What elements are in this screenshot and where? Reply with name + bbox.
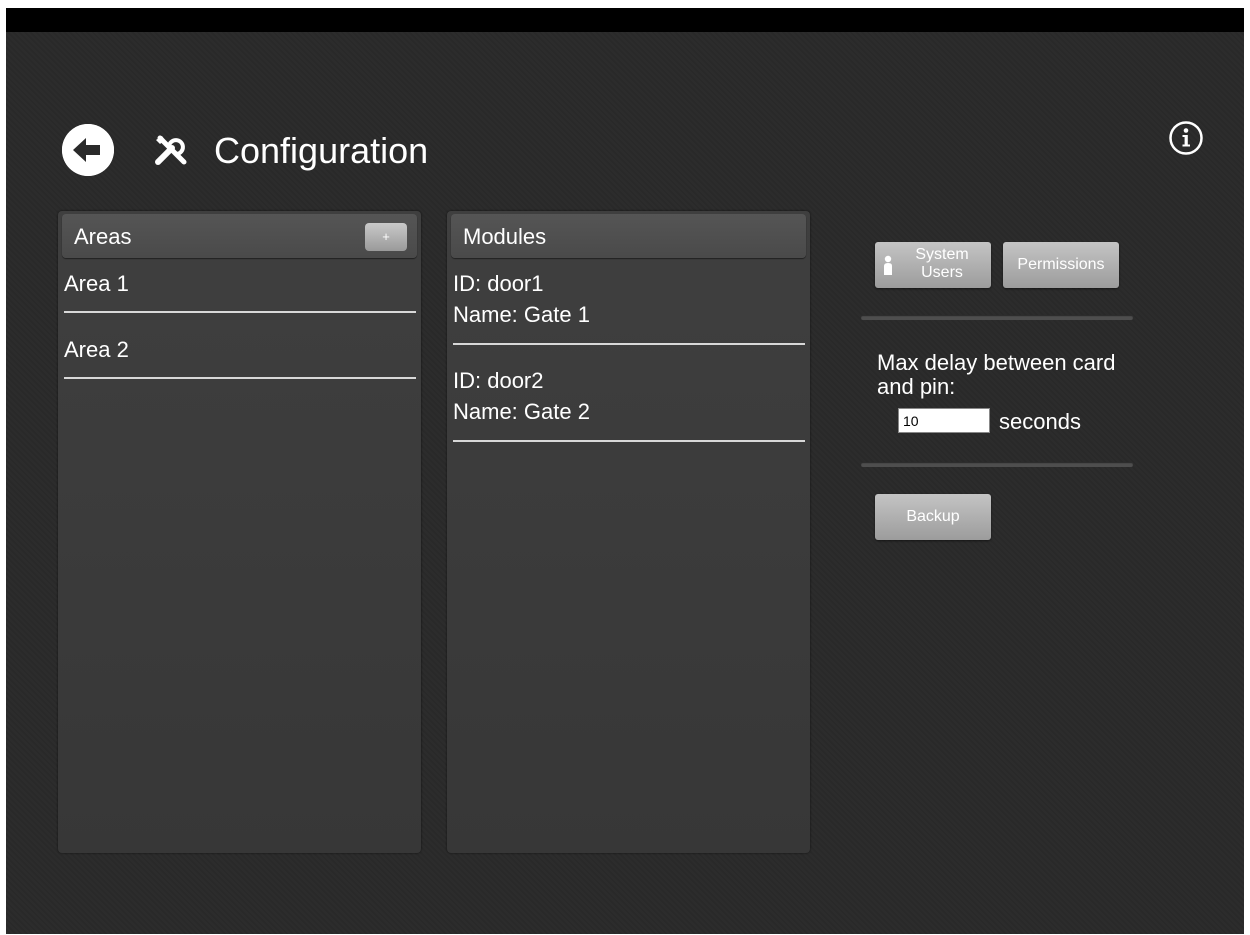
area-label: Area 2 xyxy=(64,337,129,362)
tools-icon xyxy=(152,132,190,170)
divider xyxy=(861,315,1133,320)
areas-header: Areas + xyxy=(62,214,417,258)
max-delay-label: Max delay between card and pin: xyxy=(877,350,1116,399)
areas-list: Area 1 Area 2 xyxy=(58,261,421,379)
list-item[interactable]: Area 2 xyxy=(64,327,416,379)
status-bar xyxy=(6,8,1244,32)
modules-header: Modules xyxy=(451,214,806,258)
max-delay-input[interactable] xyxy=(898,408,990,433)
module-name: Name: Gate 1 xyxy=(453,302,590,327)
backup-button[interactable]: Backup xyxy=(875,494,991,540)
info-icon xyxy=(1169,121,1203,155)
modules-panel: Modules ID: door1 Name: Gate 1 ID: door2… xyxy=(447,211,810,853)
module-name: Name: Gate 2 xyxy=(453,399,590,424)
system-users-button[interactable]: System Users xyxy=(875,242,991,288)
module-id: ID: door1 xyxy=(453,271,544,296)
list-item[interactable]: ID: door1 Name: Gate 1 xyxy=(453,261,805,345)
area-label: Area 1 xyxy=(64,271,129,296)
list-item[interactable]: ID: door2 Name: Gate 2 xyxy=(453,358,805,442)
delay-unit-label: seconds xyxy=(999,409,1081,434)
arrow-left-circle-icon xyxy=(62,124,114,176)
divider xyxy=(861,462,1133,467)
add-area-button[interactable]: + xyxy=(365,223,407,251)
areas-title: Areas xyxy=(74,224,132,249)
app-screen: Configuration Areas + Area 1 Area 2 Modu… xyxy=(6,8,1244,934)
person-icon xyxy=(884,255,892,275)
modules-list: ID: door1 Name: Gate 1 ID: door2 Name: G… xyxy=(447,261,810,442)
system-users-label: System Users xyxy=(915,246,969,281)
modules-title: Modules xyxy=(463,224,547,249)
info-button[interactable] xyxy=(1168,120,1204,156)
back-button[interactable] xyxy=(62,124,114,176)
list-item[interactable]: Area 1 xyxy=(64,261,416,313)
page-title: Configuration xyxy=(214,130,429,171)
areas-panel: Areas + Area 1 Area 2 xyxy=(58,211,421,853)
module-id: ID: door2 xyxy=(453,368,544,393)
permissions-button[interactable]: Permissions xyxy=(1003,242,1119,288)
